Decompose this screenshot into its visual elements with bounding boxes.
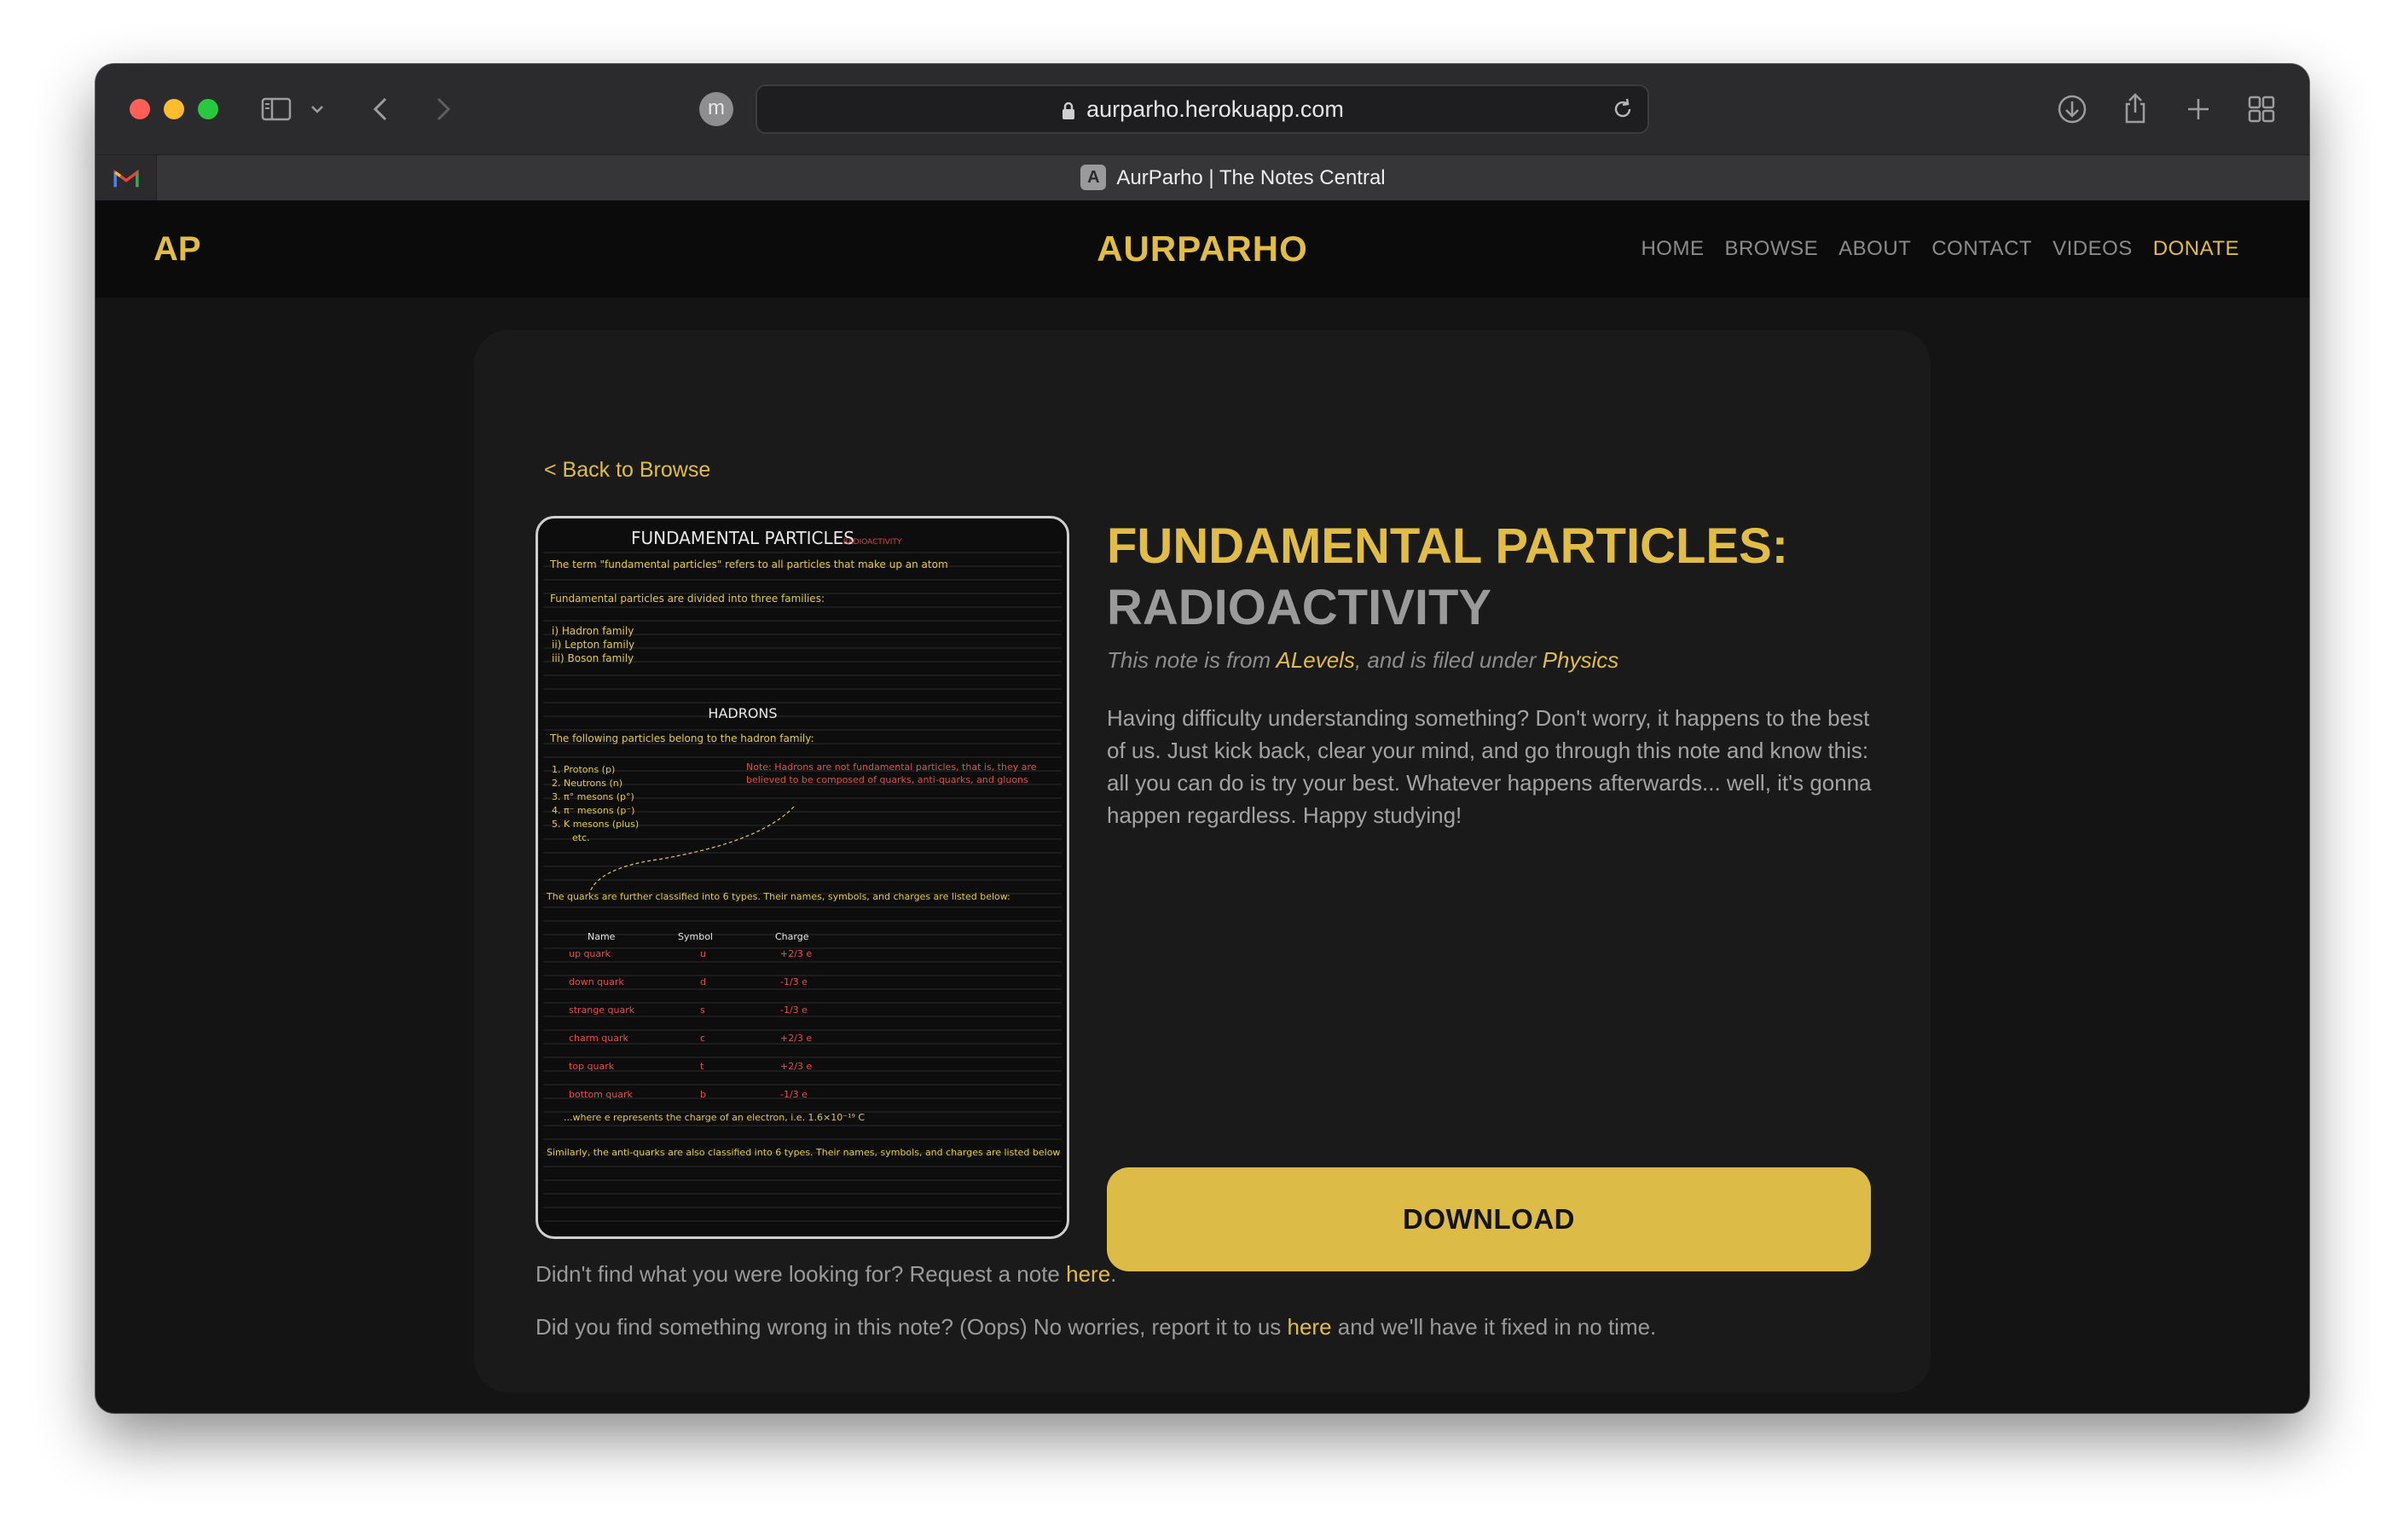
- quark-charge: +2/3 e: [780, 948, 812, 959]
- quark-symbol: u: [700, 948, 706, 959]
- close-window-button[interactable]: [130, 99, 150, 119]
- note-card: < Back to Browse FUNDAMENTAL PARTICLES R…: [474, 330, 1931, 1392]
- quark-symbol: b: [700, 1089, 706, 1100]
- tab-aurparho[interactable]: A AurParho | The Notes Central: [157, 155, 2309, 201]
- request-note-line: Didn't find what you were looking for? R…: [536, 1261, 1117, 1287]
- preview-family-2: ii) Lepton family: [552, 639, 634, 651]
- quark-symbol: d: [700, 976, 706, 987]
- pinned-tab-gmail[interactable]: [96, 155, 157, 201]
- preview-hadron-4: 4. π⁻ mesons (p⁻): [552, 805, 634, 816]
- subject-link[interactable]: Physics: [1543, 647, 1619, 673]
- preview-quarks-line: The quarks are further classified into 6…: [547, 891, 1010, 902]
- zoom-window-button[interactable]: [198, 99, 218, 119]
- preview-th-charge: Charge: [775, 931, 809, 942]
- download-button[interactable]: DOWNLOAD: [1107, 1167, 1871, 1271]
- report-issue-link[interactable]: here: [1288, 1314, 1332, 1340]
- quark-name: charm quark: [569, 1033, 629, 1044]
- preview-family-3: iii) Boson family: [552, 652, 634, 664]
- note-meta: This note is from ALevels, and is filed …: [1107, 647, 1619, 673]
- quark-symbol: t: [700, 1061, 704, 1072]
- quark-name: down quark: [569, 976, 624, 987]
- nav-videos[interactable]: VIDEOS: [2053, 200, 2133, 298]
- preview-th-symbol: Symbol: [678, 931, 713, 942]
- note-description: Having difficulty understanding somethin…: [1107, 705, 1872, 828]
- quark-name: strange quark: [569, 1004, 635, 1016]
- preview-hadron-6: etc.: [572, 832, 590, 843]
- address-bar[interactable]: aurparho.herokuapp.com: [756, 84, 1649, 134]
- note-title: FUNDAMENTAL PARTICLES: RADIOACTIVITY: [1107, 516, 1874, 639]
- back-to-browse-link[interactable]: < Back to Browse: [544, 458, 710, 483]
- preview-intro: The term "fundamental particles" refers …: [549, 559, 948, 570]
- quark-name: bottom quark: [569, 1089, 633, 1100]
- preview-hadron-2: 2. Neutrons (n): [552, 778, 622, 789]
- url-text: aurparho.herokuapp.com: [1086, 96, 1344, 122]
- preview-e-line: ...where e represents the charge of an e…: [564, 1112, 865, 1123]
- preview-anti-line: Similarly, the anti-quarks are also clas…: [547, 1147, 1061, 1158]
- preview-hadron-5: 5. K mesons (plus): [552, 819, 639, 830]
- nav-browse[interactable]: BROWSE: [1724, 200, 1818, 298]
- quark-name: up quark: [569, 948, 611, 959]
- quark-charge: -1/3 e: [780, 1004, 808, 1016]
- gmail-icon: [113, 169, 139, 188]
- preview-hadron-1: 1. Protons (p): [552, 764, 615, 775]
- quark-charge: +2/3 e: [780, 1061, 812, 1072]
- reload-icon[interactable]: [1610, 96, 1636, 122]
- main-nav: HOME BROWSE ABOUT CONTACT VIDEOS DONATE: [1641, 200, 2239, 298]
- quark-charge: +2/3 e: [780, 1033, 812, 1044]
- tab-overview-icon[interactable]: [2244, 92, 2279, 126]
- back-arrow-icon[interactable]: [365, 92, 399, 126]
- preview-family-1: i) Hadron family: [552, 625, 634, 637]
- preview-hadrons-intro: The following particles belong to the ha…: [549, 732, 814, 744]
- preview-hadron-3: 3. π° mesons (p°): [552, 791, 634, 802]
- quark-charge: -1/3 e: [780, 976, 808, 987]
- preview-divided: Fundamental particles are divided into t…: [550, 593, 825, 605]
- source-link[interactable]: ALevels: [1276, 647, 1355, 673]
- report-issue-line: Did you find something wrong in this not…: [536, 1314, 1657, 1340]
- note-preview-image[interactable]: FUNDAMENTAL PARTICLES RADIOACTIVITY The …: [536, 516, 1069, 1239]
- profile-avatar[interactable]: m: [699, 92, 733, 126]
- nav-donate[interactable]: DONATE: [2153, 200, 2239, 298]
- preview-th-name: Name: [588, 931, 616, 942]
- quark-symbol: c: [700, 1033, 705, 1044]
- preview-heading-tag: RADIOACTIVITY: [843, 538, 902, 547]
- lock-icon: [1063, 101, 1075, 119]
- minimize-window-button[interactable]: [164, 99, 184, 119]
- request-note-link[interactable]: here: [1066, 1261, 1110, 1287]
- new-tab-icon[interactable]: [2181, 92, 2215, 126]
- share-icon[interactable]: [2118, 92, 2152, 126]
- nav-about[interactable]: ABOUT: [1838, 200, 1911, 298]
- quark-name: top quark: [569, 1061, 615, 1072]
- preview-hadron-note: Note: Hadrons are not fundamental partic…: [746, 761, 1037, 785]
- note-title-primary: FUNDAMENTAL PARTICLES:: [1107, 518, 1789, 574]
- tab-title: AurParho | The Notes Central: [1116, 166, 1386, 189]
- nav-contact[interactable]: CONTACT: [1931, 200, 2032, 298]
- site-logo[interactable]: AP: [153, 200, 201, 298]
- preview-heading: FUNDAMENTAL PARTICLES: [631, 528, 854, 548]
- tab-bar: A AurParho | The Notes Central: [96, 154, 2309, 201]
- sidebar-icon[interactable]: [259, 92, 293, 126]
- site-header: AURPARHO AP HOME BROWSE ABOUT CONTACT VI…: [96, 200, 2309, 298]
- quark-charge: -1/3 e: [780, 1089, 808, 1100]
- forward-arrow-icon[interactable]: [425, 92, 459, 126]
- preview-hadrons-heading: HADRONS: [708, 705, 777, 721]
- quark-symbol: s: [700, 1004, 705, 1016]
- note-title-secondary: RADIOACTIVITY: [1107, 580, 1492, 635]
- downloads-icon[interactable]: [2055, 92, 2089, 126]
- browser-toolbar: m aurparho.herokuapp.com: [96, 64, 2309, 154]
- site-favicon: A: [1080, 164, 1107, 190]
- nav-home[interactable]: HOME: [1641, 200, 1704, 298]
- browser-window: m aurparho.herokuapp.com A AurParho | Th…: [96, 64, 2309, 1413]
- chevron-down-icon[interactable]: [307, 92, 327, 126]
